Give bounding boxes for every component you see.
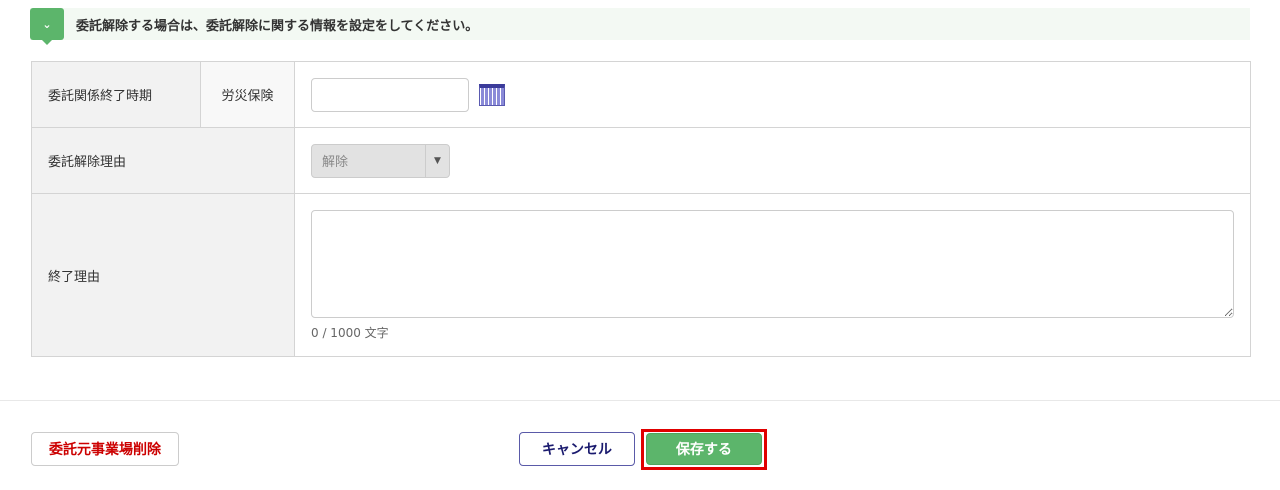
calendar-icon[interactable]	[479, 83, 505, 106]
cancel-button[interactable]: キャンセル	[519, 432, 635, 466]
reason-select[interactable]: 解除 ▼	[311, 143, 450, 178]
insurance-label: 労災保険	[200, 61, 295, 128]
end-period-label: 委託関係終了時期	[31, 61, 201, 128]
divider	[0, 400, 1280, 401]
form-table: 委託関係終了時期 労災保険 委託解除理由 解除 ▼ 終了理由 0 / 1000 文…	[31, 61, 1251, 357]
char-count: 0 / 1000 文字	[311, 325, 389, 340]
reason-value: 解除	[322, 155, 349, 170]
collapse-toggle[interactable]: ⌄	[30, 8, 64, 45]
reason-label: 委託解除理由	[31, 127, 295, 194]
caret-down-icon: ▼	[425, 144, 449, 177]
delete-button[interactable]: 委託元事業場削除	[31, 432, 179, 466]
end-date-input[interactable]	[311, 77, 469, 112]
save-button[interactable]: 保存する	[646, 433, 762, 465]
notice-text: 委託解除する場合は、委託解除に関する情報を設定をしてください。	[76, 18, 479, 34]
info-notice: ⌄ 委託解除する場合は、委託解除に関する情報を設定をしてください。	[30, 8, 1250, 45]
chevron-down-icon: ⌄	[42, 17, 52, 31]
end-reason-label: 終了理由	[31, 193, 295, 357]
end-reason-textarea[interactable]	[311, 209, 1234, 318]
